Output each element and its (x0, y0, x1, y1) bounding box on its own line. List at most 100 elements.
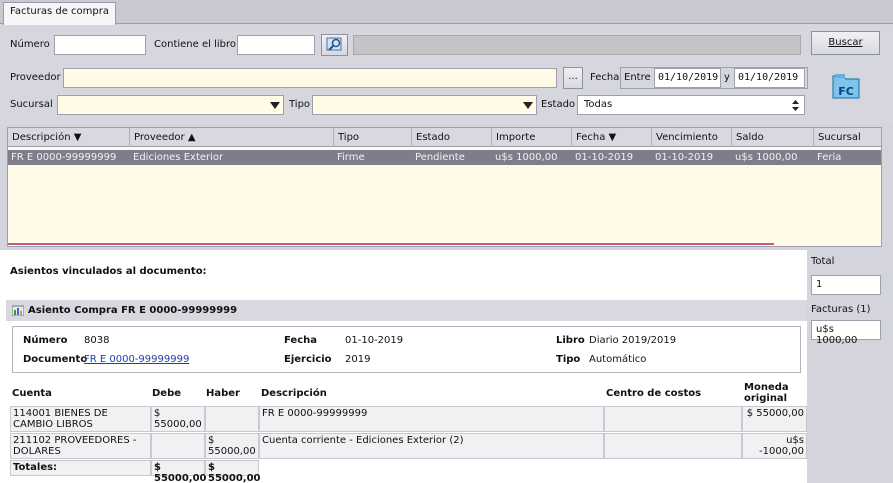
totals-haber: $ 55000,00 (205, 460, 261, 483)
entries-header: Cuenta Debe Haber Descripción Centro de … (6, 380, 807, 405)
detail-title: Asientos vinculados al documento: (10, 266, 207, 277)
sucursal-label: Sucursal (10, 99, 53, 110)
entry-debe: $ 55000,00 (151, 406, 205, 432)
cell-importe: u$s 1000,00 (495, 152, 558, 163)
tipo-select[interactable] (312, 95, 537, 115)
col-vencimiento[interactable]: Vencimiento (652, 128, 732, 147)
libro-field-label: Libro (556, 335, 585, 346)
chevron-down-icon (523, 102, 533, 109)
col-fecha[interactable]: Fecha ▼ (572, 128, 652, 147)
table-row[interactable]: 114001 BIENES DE CAMBIO LIBROS $ 55000,0… (6, 406, 807, 432)
cell-tipo: Firme (337, 152, 365, 163)
estado-select[interactable]: Todas (577, 95, 805, 115)
cell-proveedor: Ediciones Exterior (133, 152, 224, 163)
table-row[interactable]: FR E 0000-99999999 Ediciones Exterior Fi… (8, 150, 881, 165)
col-descripcion[interactable]: Descripción ▼ (8, 128, 130, 147)
numero-label: Número (10, 39, 50, 50)
horizontal-scroll-indicator[interactable] (8, 243, 774, 245)
asiento-title: Asiento Compra FR E 0000-99999999 (28, 305, 238, 316)
numero-field-value: 8038 (84, 335, 110, 346)
fc-badge: FC (838, 85, 854, 98)
updown-chevron-icon (792, 100, 799, 111)
contiene-libro-input[interactable] (237, 35, 315, 55)
libro-field-value: Diario 2019/2019 (589, 335, 677, 346)
ejercicio-field-value: 2019 (345, 354, 371, 365)
cell-sucursal: Feria (817, 152, 842, 163)
ejercicio-field-label: Ejercicio (284, 354, 332, 365)
col-proveedor[interactable]: Proveedor ▲ (130, 128, 334, 147)
buscar-button-label: Buscar (828, 37, 863, 48)
fecha-desde-input[interactable]: 01/10/2019 (654, 68, 721, 88)
tipo-field-label: Tipo (556, 354, 581, 365)
col-saldo[interactable]: Saldo (732, 128, 814, 147)
numero-input[interactable] (54, 35, 146, 55)
proveedor-label: Proveedor (10, 72, 61, 83)
entries-col-haber: Haber (206, 388, 240, 399)
tipo-field-value: Automático (589, 354, 647, 365)
entries-col-descripcion: Descripción (261, 388, 327, 399)
totals-label: Totales: (10, 460, 151, 476)
results-grid-header: Descripción ▼ Proveedor ▲ Tipo Estado Im… (7, 127, 882, 147)
cell-estado: Pendiente (415, 152, 465, 163)
y-label: y (724, 72, 730, 83)
entry-cuenta: 211102 PROVEEDORES - DOLARES (10, 433, 151, 459)
buscar-button[interactable]: Buscar (811, 31, 880, 55)
proveedor-lookup-button[interactable]: ... (563, 67, 583, 89)
fecha-label: Fecha (590, 72, 620, 83)
tipo-label: Tipo (289, 99, 311, 110)
totals-debe: $ 55000,00 (151, 460, 207, 483)
cell-descripcion: FR E 0000-99999999 (11, 152, 117, 163)
ellipsis-label: ... (568, 71, 578, 82)
fc-folder-icon[interactable]: FC (830, 68, 864, 102)
total-label: Total (811, 256, 835, 267)
chevron-down-icon (270, 102, 280, 109)
col-estado[interactable]: Estado (412, 128, 492, 147)
numero-field-label: Número (23, 335, 68, 346)
entries-col-centro: Centro de costos (606, 388, 702, 399)
cell-saldo: u$s 1000,00 (735, 152, 798, 163)
entry-haber: $ 55000,00 (205, 433, 259, 459)
tab-strip (0, 0, 893, 24)
proveedor-input[interactable] (63, 68, 557, 88)
entry-centro (604, 433, 742, 459)
total-value: 1 (811, 275, 881, 295)
libro-display-field (353, 35, 801, 55)
tab-label: Facturas de compra (10, 6, 109, 17)
fecha-field-label: Fecha (284, 335, 318, 346)
entry-haber (205, 406, 259, 432)
results-grid-body: FR E 0000-99999999 Ediciones Exterior Fi… (7, 147, 882, 247)
search-libro-button[interactable] (321, 34, 348, 56)
fecha-field-value: 01-10-2019 (345, 335, 404, 346)
ledger-icon (12, 305, 24, 316)
facturas-label: Facturas (1) (811, 304, 871, 315)
table-row[interactable]: 211102 PROVEEDORES - DOLARES $ 55000,00 … (6, 433, 807, 459)
cell-vencimiento: 01-10-2019 (655, 152, 714, 163)
estado-value: Todas (584, 99, 613, 110)
col-tipo[interactable]: Tipo (334, 128, 412, 147)
entry-cuenta: 114001 BIENES DE CAMBIO LIBROS (10, 406, 151, 432)
entry-descripcion: Cuenta corriente - Ediciones Exterior (2… (259, 433, 604, 459)
cell-fecha: 01-10-2019 (575, 152, 634, 163)
facturas-value: u$s 1000,00 (811, 320, 881, 346)
totals-row: Totales: $ 55000,00 $ 55000,00 (6, 460, 807, 483)
entre-label: Entre (624, 72, 651, 83)
tab-facturas-de-compra[interactable]: Facturas de compra (3, 2, 116, 25)
magnifier-icon (326, 37, 341, 51)
documento-link[interactable]: FR E 0000-99999999 (84, 354, 189, 365)
estado-label: Estado (541, 99, 576, 110)
asiento-info-box: Número 8038 Documento FR E 0000-99999999… (12, 326, 801, 373)
contiene-libro-label: Contiene el libro (154, 39, 236, 50)
asiento-header: Asiento Compra FR E 0000-99999999 (6, 300, 807, 321)
entry-moneda: u$s -1000,00 (742, 433, 807, 459)
col-importe[interactable]: Importe (492, 128, 572, 147)
entries-col-cuenta: Cuenta (12, 388, 52, 399)
documento-field-label: Documento (23, 354, 88, 365)
entry-descripcion: FR E 0000-99999999 (259, 406, 604, 432)
entry-debe (151, 433, 205, 459)
fecha-hasta-input[interactable]: 01/10/2019 (734, 68, 805, 88)
entry-moneda: $ 55000,00 (742, 406, 807, 432)
entry-centro (604, 406, 742, 432)
col-sucursal[interactable]: Sucursal (814, 128, 881, 147)
entries-col-debe: Debe (152, 388, 182, 399)
sucursal-select[interactable] (57, 95, 284, 115)
